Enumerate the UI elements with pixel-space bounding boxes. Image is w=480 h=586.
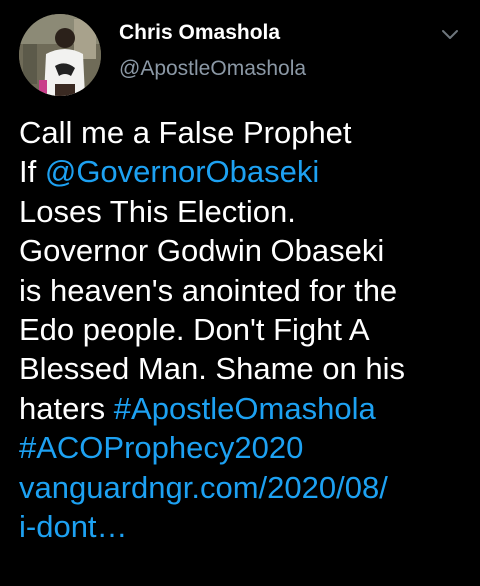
tweet-card: Chris Omashola @ApostleOmashola Call me … — [0, 0, 480, 586]
avatar[interactable] — [19, 14, 101, 96]
mention-link[interactable]: @GovernorObaseki — [45, 154, 319, 189]
tweet-text-segment: haters — [19, 390, 114, 426]
tweet-text-line: Loses This Election. — [19, 193, 296, 229]
tweet-text-line: haters #ApostleOmashola — [19, 389, 464, 428]
author-block[interactable]: Chris Omashola @ApostleOmashola — [119, 20, 306, 82]
tweet-text-line: Blessed Man. Shame on his — [19, 351, 405, 387]
handle[interactable]: @ApostleOmashola — [119, 56, 306, 82]
tweet-text-line: Call me a False Prophet — [19, 115, 352, 150]
hashtag-link[interactable]: #ACOProphecy2020 — [19, 428, 464, 467]
hashtag-link[interactable]: #ApostleOmashola — [114, 391, 376, 426]
tweet-text: Call me a False Prophet If @GovernorObas… — [19, 113, 464, 546]
avatar-photo — [19, 14, 101, 96]
display-name[interactable]: Chris Omashola — [119, 20, 306, 46]
tweet-text-segment: If — [19, 154, 45, 190]
tweet-text-line: If @GovernorObaseki — [19, 152, 464, 191]
tweet-text-line: is heaven's anointed for the — [19, 272, 398, 308]
tweet-text-line: Edo people. Don't Fight A — [19, 312, 370, 348]
tweet-text-line: Governor Godwin Obaseki — [19, 233, 385, 269]
url-link-continued[interactable]: i-dont… — [19, 507, 464, 546]
url-link[interactable]: vanguardngr.com/2020/08/ — [19, 468, 464, 507]
chevron-down-icon[interactable] — [438, 22, 462, 46]
